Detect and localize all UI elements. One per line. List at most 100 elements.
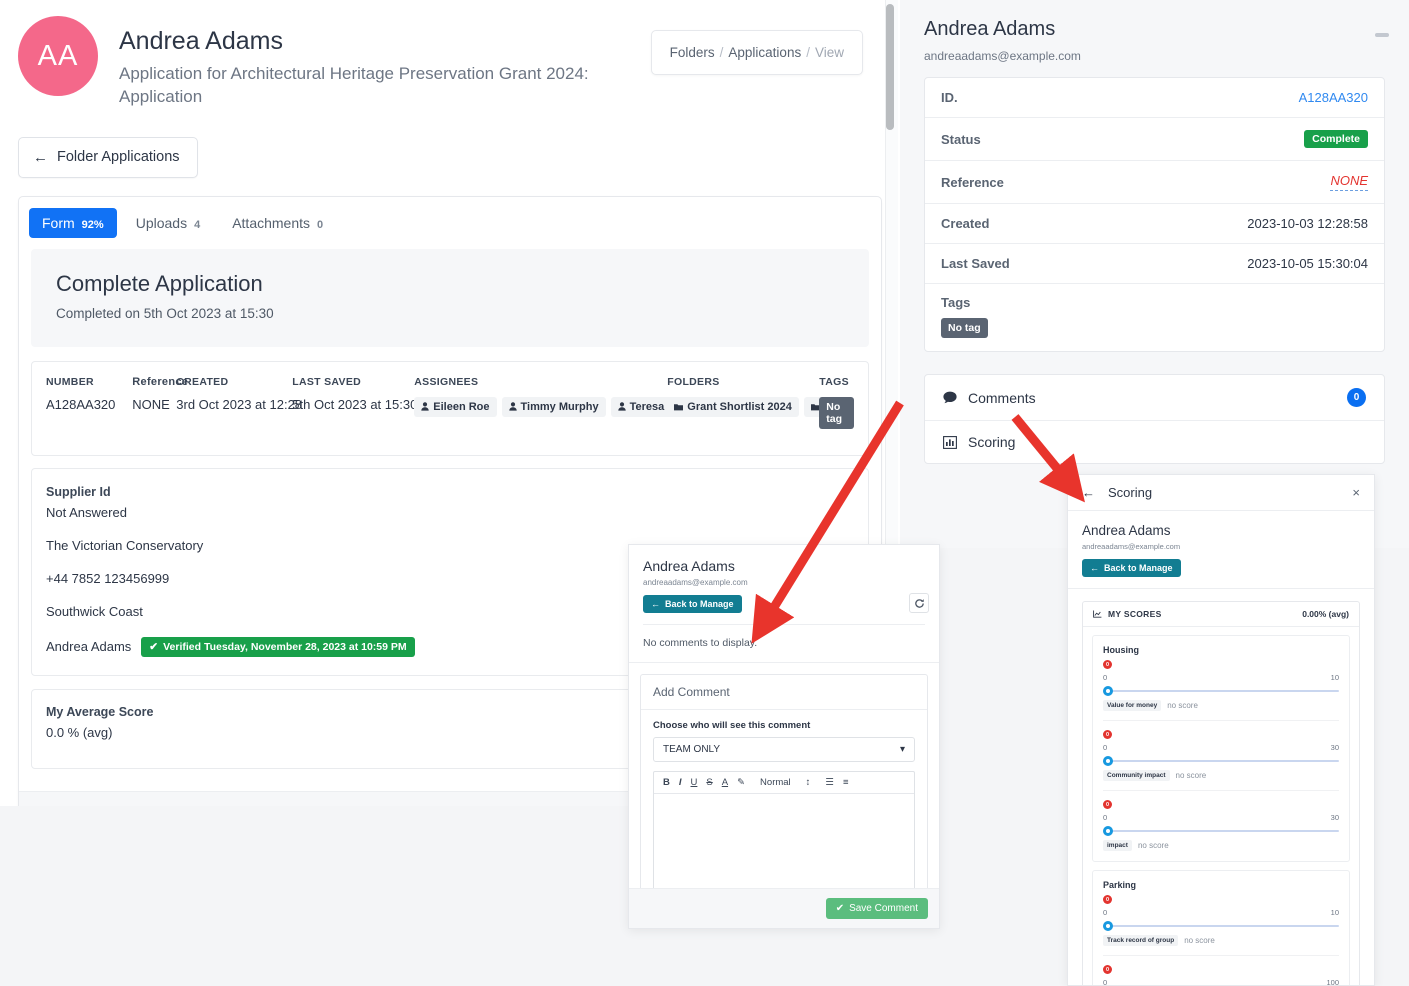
arrow-left-icon[interactable]: ← <box>1082 485 1095 500</box>
comments-popup-email: andreaadams@example.com <box>643 578 748 587</box>
score-slider[interactable] <box>1103 920 1339 932</box>
tab-attachments-label: Attachments <box>232 214 311 231</box>
my-scores-average: 0.00% (avg) <box>1302 609 1349 619</box>
table-row: Reference NONE <box>925 161 1384 204</box>
comment-icon <box>943 391 957 404</box>
page-title: Andrea Adams <box>119 27 283 55</box>
score-min: 0 <box>1103 978 1108 986</box>
ordered-list-icon[interactable]: ☰ <box>825 777 834 788</box>
italic-icon[interactable]: I <box>679 777 682 788</box>
menu-item-comments[interactable]: Comments 0 <box>925 375 1384 421</box>
score-slider-track <box>1103 830 1339 832</box>
folder-chip[interactable]: Grant Shortlist 2024 <box>667 396 799 417</box>
banner-completed-text: Completed on 5th Oct 2023 at 15:30 <box>56 305 274 321</box>
tab-uploads[interactable]: Uploads 4 <box>123 208 214 238</box>
my-scores-title: MY SCORES <box>1108 609 1162 619</box>
breadcrumb-applications[interactable]: Applications <box>728 45 801 60</box>
editor-toolbar: B I U S A ✎ Normal ↕ ☰ ≡ <box>654 772 914 794</box>
refresh-button[interactable] <box>909 593 929 613</box>
application-meta-grid: NUMBER A128AA320 Reference NONE CREATED … <box>46 376 854 429</box>
score-status: no score <box>1184 936 1215 945</box>
comments-empty-text: No comments to display. <box>629 625 939 663</box>
meta-folders-header: FOLDERS <box>667 375 720 388</box>
supplier-id-label: Supplier Id <box>46 484 111 499</box>
score-item: 0 0 10 Track record of group no score <box>1103 895 1339 950</box>
comments-popup-header: Andrea Adams andreaadams@example.com ← B… <box>629 545 939 625</box>
score-slider-handle[interactable] <box>1103 826 1113 836</box>
format-style-label[interactable]: Normal <box>760 777 791 788</box>
line-chart-icon <box>1093 610 1102 618</box>
link-icon[interactable]: ✎ <box>737 777 745 788</box>
score-slider-track <box>1103 925 1339 927</box>
tab-uploads-count: 4 <box>194 218 201 231</box>
back-to-manage-button[interactable]: ← Back to Manage <box>1082 559 1181 577</box>
back-to-manage-label: Back to Manage <box>665 599 734 609</box>
score-max: 30 <box>1330 813 1339 822</box>
main-scrollbar-thumb[interactable] <box>886 4 894 130</box>
score-criterion-label: Value for money <box>1103 700 1162 711</box>
tag-badge[interactable]: No tag <box>819 396 854 429</box>
score-min: 0 <box>1103 813 1108 822</box>
verified-text: Verified Tuesday, November 28, 2023 at 1… <box>163 640 407 653</box>
underline-icon[interactable]: U <box>691 777 698 788</box>
tab-form[interactable]: Form 92% <box>29 207 117 238</box>
table-row-tags: Tags No tag <box>925 284 1384 351</box>
user-icon <box>617 402 626 411</box>
breadcrumb-folders[interactable]: Folders <box>670 45 715 60</box>
tab-form-label: Form <box>42 214 75 231</box>
scoring-popup-email: andreaadams@example.com <box>1082 542 1181 551</box>
score-slider[interactable] <box>1103 685 1339 697</box>
score-slider-handle[interactable] <box>1103 756 1113 766</box>
user-icon <box>421 402 429 411</box>
minimize-icon[interactable] <box>1375 33 1389 37</box>
tab-attachments[interactable]: Attachments 0 <box>219 208 336 238</box>
visibility-label: Choose who will see this comment <box>653 720 811 731</box>
assignee-chip[interactable]: Timmy Murphy <box>501 396 606 417</box>
bullet-list-icon[interactable]: ≡ <box>843 777 849 788</box>
my-scores-header: MY SCORES 0.00% (avg) <box>1083 602 1359 627</box>
text-color-icon[interactable]: A <box>722 777 728 788</box>
scoring-popup: ← Scoring × Andrea Adams andreaadams@exa… <box>1067 474 1375 986</box>
score-max: 10 <box>1330 673 1339 682</box>
detail-value-id[interactable]: A128AA320 <box>1299 90 1368 105</box>
score-slider[interactable] <box>1103 825 1339 837</box>
score-max: 100 <box>1326 978 1339 986</box>
table-row: ID. A128AA320 <box>925 78 1384 118</box>
folder-applications-back-button[interactable]: ← Folder Applications <box>18 136 198 178</box>
comment-textarea[interactable] <box>654 794 914 889</box>
meta-tags-header: TAGS <box>819 375 849 388</box>
format-style-chevron-icon[interactable]: ↕ <box>806 777 811 788</box>
divider <box>1068 588 1374 589</box>
menu-item-scoring-label: Scoring <box>968 434 1016 450</box>
close-icon[interactable]: × <box>1352 485 1360 500</box>
meta-assignees: ASSIGNEES Eileen Roe Timmy Murphy Teresa <box>414 375 719 417</box>
breadcrumb-view: View <box>814 45 844 60</box>
strikethrough-icon[interactable]: S <box>706 777 712 788</box>
score-group: Housing 0 0 10 Value for money no score <box>1092 635 1350 862</box>
score-current-value: 0 <box>1103 895 1112 904</box>
tab-attachments-count: 0 <box>317 218 324 231</box>
screen: AA Andrea Adams Application for Architec… <box>0 0 1409 986</box>
tag-badge[interactable]: No tag <box>941 318 988 338</box>
divider <box>643 624 925 625</box>
visibility-select[interactable]: TEAM ONLY ▾ <box>653 737 915 762</box>
tab-uploads-label: Uploads <box>135 214 188 231</box>
bold-icon[interactable]: B <box>663 777 670 788</box>
score-item: 0 0 30 Community impact no score <box>1103 720 1339 785</box>
score-slider-handle[interactable] <box>1103 921 1113 931</box>
scoring-popup-body: Andrea Adams andreaadams@example.com ← B… <box>1068 511 1374 589</box>
meta-reference: Reference NONE <box>132 376 188 412</box>
detail-value-reference[interactable]: NONE <box>1330 173 1368 191</box>
save-comment-button[interactable]: ✔ Save Comment <box>825 898 928 919</box>
assignee-name: Eileen Roe <box>433 400 490 413</box>
meta-created-value: 3rd Oct 2023 at 12:28 <box>176 396 303 412</box>
back-to-manage-button[interactable]: ← Back to Manage <box>643 595 742 613</box>
score-slider[interactable] <box>1103 755 1339 767</box>
menu-item-scoring[interactable]: Scoring <box>925 421 1384 463</box>
meta-assignees-header: ASSIGNEES <box>414 375 479 388</box>
score-slider-handle[interactable] <box>1103 686 1113 696</box>
assignee-chip[interactable]: Eileen Roe <box>414 396 497 417</box>
score-status: no score <box>1137 841 1169 850</box>
score-criterion-label: impact <box>1103 840 1132 851</box>
add-comment-title: Add Comment <box>641 675 927 710</box>
